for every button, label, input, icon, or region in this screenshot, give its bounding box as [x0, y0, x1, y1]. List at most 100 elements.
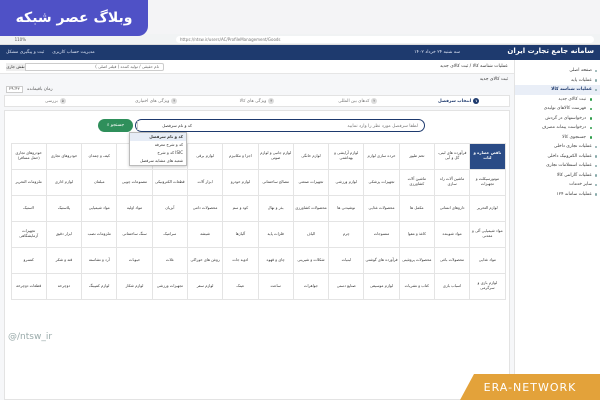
heading-cell[interactable]: دوچرخه [45, 272, 83, 300]
zoom-level[interactable]: 110% [6, 37, 26, 42]
role-search-input[interactable]: نام حقیقی / تولید کننده ( فیلتر اصلی ) [6, 63, 164, 71]
support-link[interactable]: ثبت و پیگیری مشکل [6, 50, 44, 55]
heading-cell[interactable]: محصولات غذایی [363, 194, 400, 222]
heading-cell[interactable]: لوازم سفر [186, 272, 224, 300]
heading-cell[interactable]: ملزومات نصب [81, 220, 118, 248]
heading-cell[interactable]: اجزا و مکانیزم [222, 142, 259, 170]
heading-cell[interactable]: لوازم اداری [45, 168, 83, 196]
wizard-step[interactable]: کدهای بین المللی ۲ [307, 98, 408, 104]
heading-cell[interactable]: غلات [151, 246, 188, 274]
heading-cell[interactable]: قند و شکر [45, 246, 83, 274]
heading-cell[interactable]: کیف و چمدان [81, 142, 118, 170]
heading-cell[interactable]: خرده سازی لوازم [363, 142, 400, 170]
sidebar-item[interactable]: عملیات سامانه ۱۲۴ [515, 190, 600, 200]
sidebar-item[interactable]: عملیات تجاری داخلی [515, 142, 600, 152]
sidebar-item[interactable]: عملیات الکترونیک داخلی [515, 152, 600, 162]
heading-cell[interactable]: لوازم برقی [186, 142, 224, 170]
heading-cell[interactable]: محصولات کشاورزی [292, 194, 330, 222]
heading-cell[interactable]: لوازم التحریر [469, 194, 506, 222]
heading-cell[interactable]: خودروهای تجاری [45, 142, 83, 170]
heading-cell[interactable]: مبلمان [81, 168, 118, 196]
dropdown-option[interactable]: کد و شرح ISIC [130, 149, 186, 157]
heading-cell[interactable]: آبزیان [151, 194, 188, 222]
heading-cell[interactable]: لوازم خانگی [292, 142, 330, 170]
heading-cell[interactable]: اسباب بازی [433, 272, 471, 300]
heading-cell[interactable]: مکمل ها [398, 194, 435, 222]
heading-cell[interactable]: لوازم موسیقی [363, 272, 400, 300]
account-menu[interactable]: مدیریت حساب کاربری [52, 50, 94, 55]
heading-cell[interactable]: بذر و نهال [257, 194, 294, 222]
heading-cell[interactable]: محصولات دامی [186, 194, 224, 222]
dropdown-option[interactable]: کد و شرح معرفه [130, 141, 186, 149]
wizard-step[interactable]: ویژگی های اختیاری ۴ [106, 98, 207, 104]
heading-cell[interactable]: فلزات پایه [257, 220, 294, 248]
heading-cell[interactable]: ادویه جات [222, 246, 259, 274]
heading-cell[interactable]: مواد اولیه [116, 194, 153, 222]
heading-cell[interactable]: سنگ ساختمانی [116, 220, 153, 248]
heading-cell[interactable]: داروهای انسانی [433, 194, 471, 222]
heading-cell[interactable]: ساعت [257, 272, 294, 300]
heading-cell[interactable]: تجهیزات صنعتی [292, 168, 330, 196]
heading-cell[interactable]: کود و سم [222, 194, 259, 222]
heading-cell[interactable]: تجهیزات آزمایشگاهی [10, 220, 47, 248]
sidebar-item[interactable]: عملیات پایه [515, 76, 600, 86]
heading-cell[interactable]: خودروهای تجاری (حمل مسافر) [10, 142, 47, 170]
heading-cell[interactable]: محصولات باغی [433, 246, 471, 274]
heading-cell[interactable]: ابزار دقیق [45, 220, 83, 248]
heading-cell[interactable]: مواد شوینده [433, 220, 471, 248]
heading-cell[interactable]: مواد غذایی [469, 246, 506, 274]
heading-cell[interactable]: نوشیدنی ها [328, 194, 365, 222]
heading-cell[interactable]: عینک [222, 272, 259, 300]
heading-cell[interactable]: لوازم کمپینگ [81, 272, 118, 300]
heading-cell[interactable]: مواد شیمیایی [81, 194, 118, 222]
heading-cell[interactable]: ماشین آلات کشاورزی [398, 168, 435, 196]
sidebar-item[interactable]: عملیات استعلامات تجاری [515, 161, 600, 171]
heading-search-input[interactable]: لطفا سرفصل مورد نظر را وارد نمایید کد و … [135, 119, 425, 132]
heading-cell[interactable]: صنایع دستی [328, 272, 365, 300]
heading-cell[interactable]: لوازم بازی و سرگرمی [469, 272, 506, 300]
heading-cell[interactable]: سرامیک [151, 220, 188, 248]
sidebar-item[interactable]: جستجوی کالا [515, 133, 600, 143]
search-button[interactable]: ⌕ جستجو [98, 119, 133, 132]
wizard-step[interactable]: بررسی ۵ [5, 98, 106, 104]
heading-cell[interactable]: منسوجات [363, 220, 400, 248]
dropdown-option[interactable]: شعبه های مشابه سرفصل [130, 157, 186, 165]
heading-cell[interactable]: مصنوعات چوبی [116, 168, 153, 196]
heading-cell[interactable]: جواهرات [292, 272, 330, 300]
heading-cell[interactable]: ناقص عصاره و لثات [469, 142, 506, 170]
heading-cell[interactable]: ملزومات التحریر [10, 168, 47, 196]
sidebar-item[interactable]: ثبت کالای جدید [515, 95, 600, 105]
sidebar-item[interactable]: درخواست پیمانه مصرف [515, 123, 600, 133]
heading-cell[interactable]: ماشین آلات راه سازی [433, 168, 471, 196]
heading-cell[interactable]: کنسرو [10, 246, 47, 274]
heading-cell[interactable]: ابزار آلات [186, 168, 224, 196]
heading-cell[interactable]: محصولات پروتئینی [398, 246, 435, 274]
heading-cell[interactable]: الیاف [292, 220, 330, 248]
heading-cell[interactable]: تجهیزات ورزشی [151, 272, 188, 300]
sidebar-item[interactable]: عملیات شناسه کالا [515, 85, 600, 95]
heading-cell[interactable]: کتاب و نشریات [398, 272, 435, 300]
heading-cell[interactable]: تخم طیور [398, 142, 435, 170]
heading-cell[interactable]: قطعات دوچرخه [10, 272, 47, 300]
sidebar-item[interactable]: فهرست کالاهای تولیدی [515, 104, 600, 114]
heading-cell[interactable]: لوازم ورزشی [328, 168, 365, 196]
heading-cell[interactable]: کاغذ و مقوا [398, 220, 435, 248]
heading-cell[interactable]: شیشه [186, 220, 224, 248]
sidebar-item[interactable]: عملیات گارانتی کالا [515, 171, 600, 181]
heading-cell[interactable]: لوازم خودرو [222, 168, 259, 196]
wizard-step[interactable]: انتخاب سرفصل ۱ [408, 98, 509, 104]
sidebar-item[interactable]: سایر خدمات [515, 180, 600, 190]
heading-cell[interactable]: حبوبات [116, 246, 153, 274]
heading-cell[interactable]: لوازم آرایشی و بهداشتی [328, 142, 365, 170]
current-role-button[interactable]: نقش جاری [6, 63, 26, 71]
url-field[interactable]: https://ntsw.ir/users/AC/ProfileManageme… [176, 35, 594, 43]
heading-cell[interactable]: چای و قهوه [257, 246, 294, 274]
heading-cell[interactable]: موتورسیکلت و تجهیزات [469, 168, 506, 196]
heading-cell[interactable]: مواد شیمیایی آلی و معدنی [469, 220, 506, 248]
heading-cell[interactable]: تجهیزات پزشکی [363, 168, 400, 196]
heading-cell[interactable]: چرم [328, 220, 365, 248]
heading-cell[interactable]: لوازم جانبی و لوازم صوتی [257, 142, 294, 170]
dropdown-option[interactable]: کد و نام سرفصل [130, 133, 186, 141]
heading-cell[interactable]: فرآورده های لبنی، گل و آبی [433, 142, 471, 170]
heading-cell[interactable]: قطعات الکترونیکی [151, 168, 188, 196]
